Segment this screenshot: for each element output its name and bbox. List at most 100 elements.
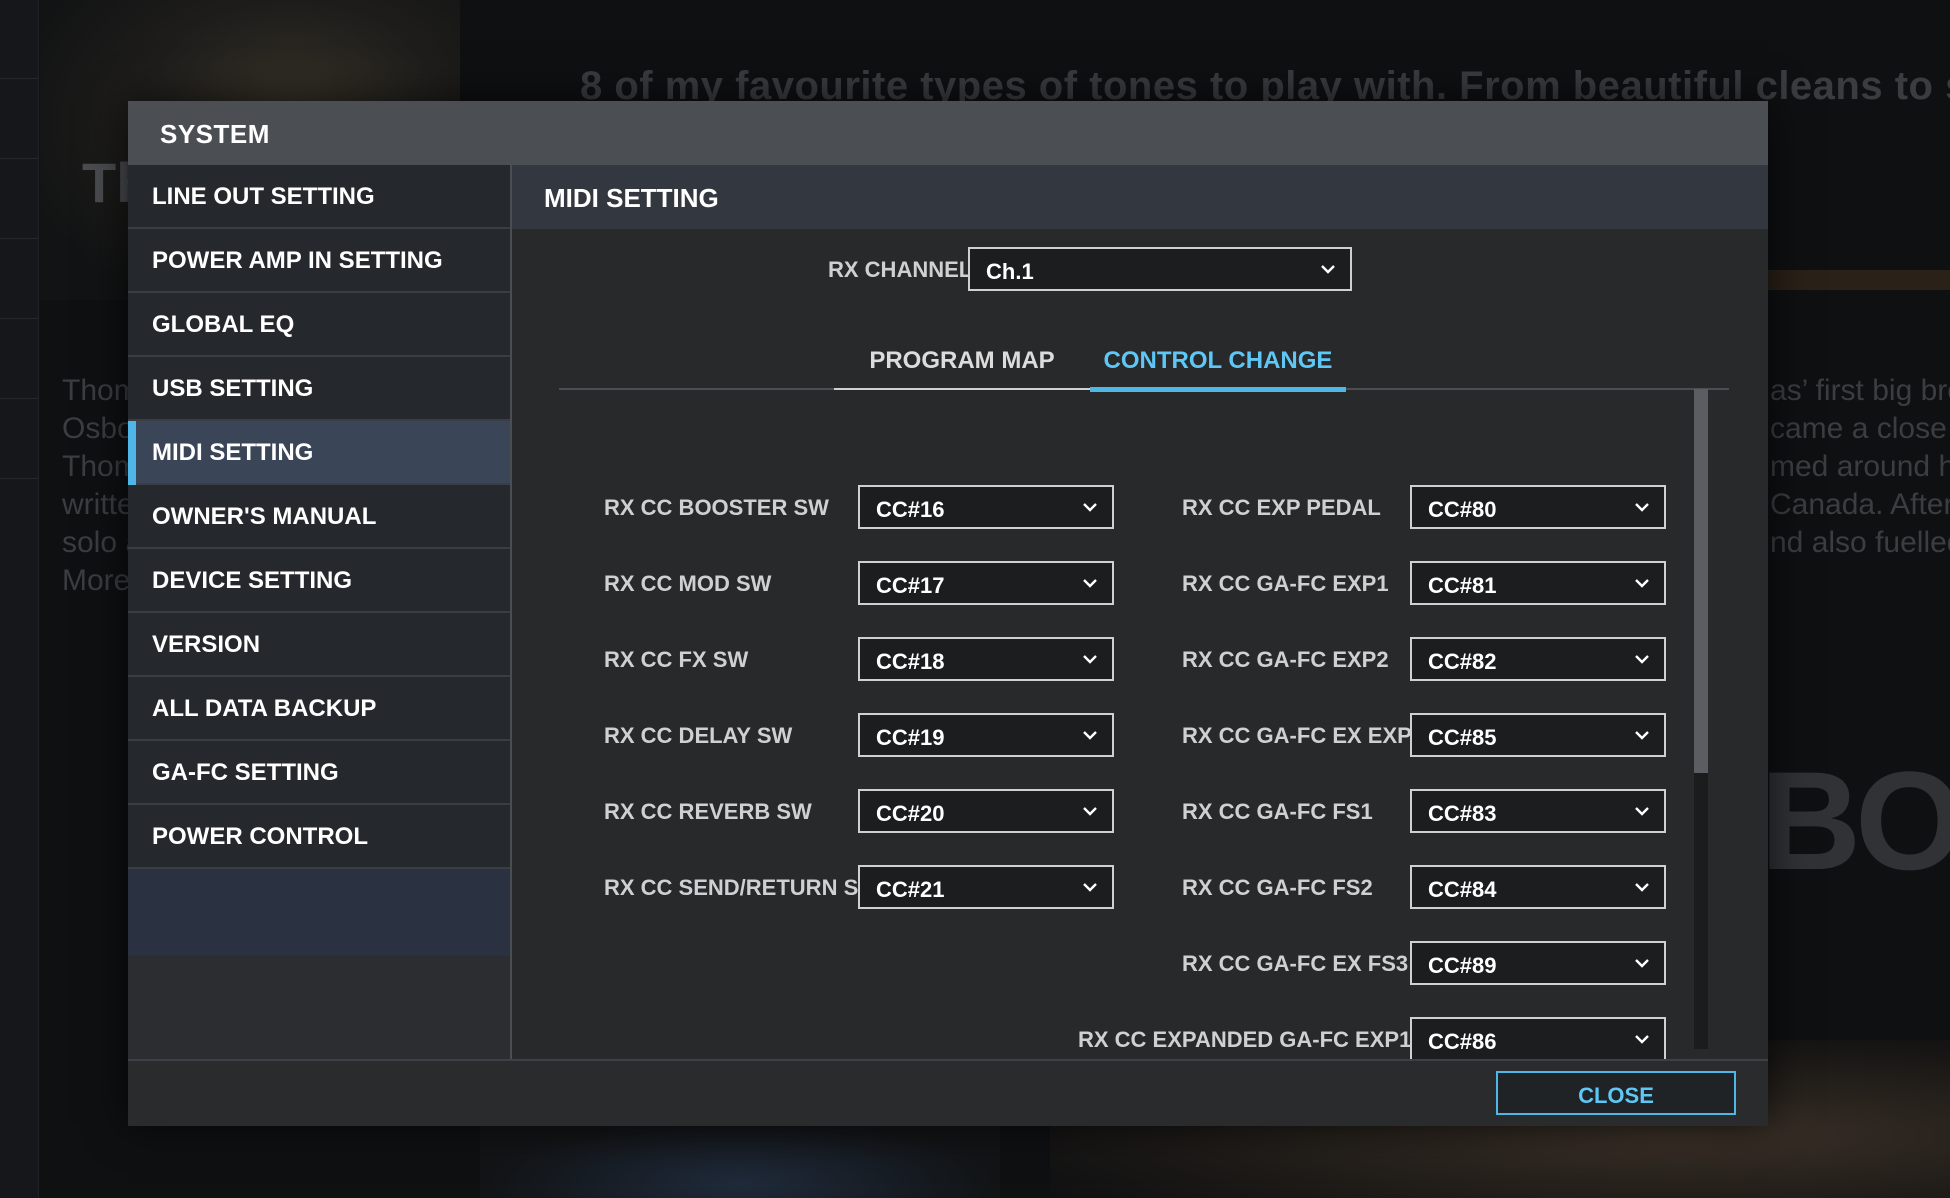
- panel-header: MIDI SETTING: [512, 165, 1768, 229]
- sidebar-item-label: VERSION: [152, 631, 261, 658]
- select-value: CC#16: [876, 497, 945, 522]
- select-value: CC#82: [1428, 649, 1497, 674]
- select-value: CC#80: [1428, 497, 1497, 522]
- select-value: CC#21: [876, 877, 945, 902]
- sidebar-item-owners-manual[interactable]: OWNER'S MANUAL: [128, 485, 510, 549]
- sidebar-item-global-eq[interactable]: GLOBAL EQ: [128, 293, 510, 357]
- rx-cc-ga-fc-ex-exp3-select[interactable]: CC#85: [1410, 713, 1666, 757]
- chevron-down-icon: [1635, 883, 1649, 892]
- sidebar-item-label: GA-FC SETTING: [152, 759, 339, 786]
- chevron-down-icon: [1635, 503, 1649, 512]
- rx-cc-mod-sw-label: RX CC MOD SW: [604, 571, 772, 596]
- rx-cc-exp-pedal-select[interactable]: CC#80: [1410, 485, 1666, 529]
- background-image-bottom: [480, 1120, 1000, 1198]
- background-logo: BO: [1760, 742, 1950, 899]
- rx-cc-fx-sw-label: RX CC FX SW: [604, 647, 749, 672]
- chevron-down-icon: [1635, 731, 1649, 740]
- tab-underline: [834, 388, 1090, 390]
- chevron-down-icon: [1635, 655, 1649, 664]
- sidebar-item-power-control[interactable]: POWER CONTROL: [128, 805, 510, 869]
- rx-cc-expanded-ga-fc-exp1-select[interactable]: CC#86: [1410, 1017, 1666, 1059]
- sidebar-item-label: OWNER'S MANUAL: [152, 503, 377, 530]
- rx-channel-value: Ch.1: [986, 259, 1034, 284]
- rx-cc-send-return-sw-label: RX CC SEND/RETURN SW: [604, 875, 880, 900]
- sidebar-item-label: LINE OUT SETTING: [152, 183, 375, 210]
- rx-cc-reverb-sw-label: RX CC REVERB SW: [604, 799, 812, 824]
- scrollbar-thumb[interactable]: [1694, 389, 1708, 773]
- close-button-label: CLOSE: [1578, 1083, 1654, 1108]
- chevron-down-icon: [1635, 1035, 1649, 1044]
- rx-cc-ga-fc-exp2-select[interactable]: CC#82: [1410, 637, 1666, 681]
- tab-underline-active: [1090, 387, 1346, 392]
- rx-channel-label: RX CHANNEL: [828, 257, 973, 282]
- rx-cc-ga-fc-fs2-select[interactable]: CC#84: [1410, 865, 1666, 909]
- sidebar-item-midi-setting[interactable]: MIDI SETTING: [128, 421, 510, 485]
- sidebar-item-label: POWER AMP IN SETTING: [152, 247, 443, 274]
- sidebar-item-line-out-setting[interactable]: LINE OUT SETTING: [128, 165, 510, 229]
- background-paragraph-right: as’ first big bre came a close fr med ar…: [1770, 374, 1950, 559]
- rx-cc-ga-fc-ex-fs3-select[interactable]: CC#89: [1410, 941, 1666, 985]
- dialog-title: SYSTEM: [160, 119, 270, 149]
- sidebar-item-device-setting[interactable]: DEVICE SETTING: [128, 549, 510, 613]
- sidebar-item-label: POWER CONTROL: [152, 823, 368, 850]
- select-value: CC#20: [876, 801, 945, 826]
- select-value: CC#86: [1428, 1029, 1497, 1054]
- chevron-down-icon: [1083, 731, 1097, 740]
- rx-cc-booster-sw-select[interactable]: CC#16: [858, 485, 1114, 529]
- chevron-down-icon: [1321, 265, 1335, 274]
- select-value: CC#89: [1428, 953, 1497, 978]
- rx-cc-expanded-ga-fc-exp1-label: RX CC EXPANDED GA-FC EXP1: [1078, 1027, 1412, 1052]
- sidebar-item-power-amp-in-setting[interactable]: POWER AMP IN SETTING: [128, 229, 510, 293]
- sidebar-item-ga-fc-setting[interactable]: GA-FC SETTING: [128, 741, 510, 805]
- midi-setting-panel: MIDI SETTING RX CHANNEL Ch.1 PROGRAM MAP…: [512, 165, 1768, 1059]
- tab-program-map[interactable]: PROGRAM MAP: [834, 337, 1090, 390]
- background-left-rail: [0, 0, 39, 1198]
- rx-cc-delay-sw-select[interactable]: CC#19: [858, 713, 1114, 757]
- close-button[interactable]: CLOSE: [1496, 1071, 1736, 1115]
- rx-cc-fx-sw-select[interactable]: CC#18: [858, 637, 1114, 681]
- rx-cc-ga-fc-fs2-label: RX CC GA-FC FS2: [1182, 875, 1373, 900]
- tab-control-change[interactable]: CONTROL CHANGE: [1090, 337, 1346, 392]
- sidebar-empty-area: [128, 869, 510, 1059]
- sidebar-item-label: GLOBAL EQ: [152, 311, 295, 338]
- sidebar-item-usb-setting[interactable]: USB SETTING: [128, 357, 510, 421]
- select-value: CC#81: [1428, 573, 1497, 598]
- select-value: CC#17: [876, 573, 945, 598]
- dialog-header: SYSTEM: [128, 101, 1768, 165]
- tab-label: PROGRAM MAP: [869, 347, 1055, 374]
- system-dialog: SYSTEM LINE OUT SETTING POWER AMP IN SET…: [128, 101, 1768, 1126]
- sidebar-item-label: USB SETTING: [152, 375, 314, 402]
- panel-title: MIDI SETTING: [544, 183, 719, 213]
- chevron-down-icon: [1083, 503, 1097, 512]
- select-value: CC#84: [1428, 877, 1497, 902]
- rx-cc-ga-fc-ex-fs3-label: RX CC GA-FC EX FS3: [1182, 951, 1409, 976]
- rx-cc-ga-fc-exp1-label: RX CC GA-FC EXP1: [1182, 571, 1389, 596]
- rx-cc-delay-sw-label: RX CC DELAY SW: [604, 723, 793, 748]
- chevron-down-icon: [1083, 655, 1097, 664]
- rx-cc-ga-fc-exp1-select[interactable]: CC#81: [1410, 561, 1666, 605]
- tab-label: CONTROL CHANGE: [1103, 347, 1333, 374]
- chevron-down-icon: [1083, 807, 1097, 816]
- rx-cc-mod-sw-select[interactable]: CC#17: [858, 561, 1114, 605]
- chevron-down-icon: [1635, 959, 1649, 968]
- sidebar-item-label: ALL DATA BACKUP: [152, 695, 377, 722]
- rx-cc-ga-fc-fs1-label: RX CC GA-FC FS1: [1182, 799, 1373, 824]
- chevron-down-icon: [1635, 579, 1649, 588]
- sidebar-item-version[interactable]: VERSION: [128, 613, 510, 677]
- sidebar-item-label: MIDI SETTING: [152, 439, 314, 466]
- rx-cc-send-return-sw-select[interactable]: CC#21: [858, 865, 1114, 909]
- settings-sidebar: LINE OUT SETTING POWER AMP IN SETTING GL…: [128, 165, 512, 1059]
- select-value: CC#18: [876, 649, 945, 674]
- sidebar-item-all-data-backup[interactable]: ALL DATA BACKUP: [128, 677, 510, 741]
- rx-cc-ga-fc-fs1-select[interactable]: CC#83: [1410, 789, 1666, 833]
- rx-cc-reverb-sw-select[interactable]: CC#20: [858, 789, 1114, 833]
- rx-cc-exp-pedal-label: RX CC EXP PEDAL: [1182, 495, 1381, 520]
- chevron-down-icon: [1083, 883, 1097, 892]
- rx-cc-booster-sw-label: RX CC BOOSTER SW: [604, 495, 829, 520]
- select-value: CC#19: [876, 725, 945, 750]
- select-value: CC#85: [1428, 725, 1497, 750]
- chevron-down-icon: [1083, 579, 1097, 588]
- rx-channel-select[interactable]: Ch.1: [968, 247, 1352, 291]
- select-value: CC#83: [1428, 801, 1497, 826]
- chevron-down-icon: [1635, 807, 1649, 816]
